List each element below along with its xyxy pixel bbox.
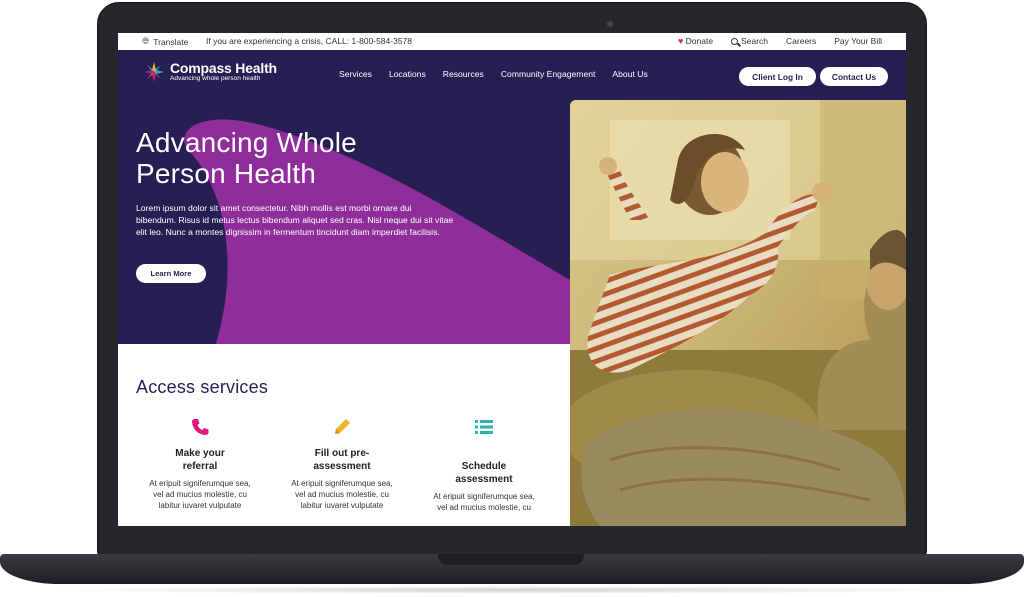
translate-link[interactable]: 🌐︎ Translate <box>142 36 188 47</box>
hero-body-text: Lorem ipsum dolor sit amet consectetur. … <box>136 203 454 237</box>
heart-icon: ♥ <box>677 36 684 46</box>
hero-title-line-2: Person Health <box>136 158 317 189</box>
card-schedule-assessment[interactable]: Schedule assessment At eripuit signiferu… <box>429 416 539 513</box>
card-body: At eripuit signiferumque sea, vel ad muc… <box>149 479 251 510</box>
card-title: Fill out pre- assessment <box>287 447 397 473</box>
access-services-title: Access services <box>136 377 269 397</box>
compass-star-icon <box>144 62 164 82</box>
hero-photo <box>570 100 906 526</box>
donate-label: Donate <box>685 36 714 46</box>
card-title: Make your referral <box>145 447 255 473</box>
client-login-button[interactable]: Client Log In <box>739 67 816 86</box>
search-label: Search <box>741 36 769 46</box>
translate-icon: 🌐︎ <box>142 36 150 46</box>
card-title-line-1: Schedule <box>461 461 507 472</box>
card-make-referral[interactable]: Make your referral At eripuit signiferum… <box>145 416 255 511</box>
nav-item-about-us[interactable]: About Us <box>612 69 647 79</box>
card-title-line-1: Fill out pre- <box>314 448 370 459</box>
utility-bar: 🌐︎ Translate If you are experiencing a c… <box>118 33 906 50</box>
card-title-line-1: Make your <box>175 448 225 459</box>
utility-links: ♥ Donate Search Careers Pay Your Bill <box>678 36 882 46</box>
careers-link[interactable]: Careers <box>786 36 816 46</box>
card-body: At eripuit signiferumque sea, vel ad muc… <box>291 479 393 510</box>
laptop-notch <box>438 554 584 565</box>
phone-icon <box>192 419 209 435</box>
brand-tagline: Advancing whole person health <box>170 75 261 82</box>
access-services-section: Access services Make your referral At er… <box>118 344 570 526</box>
card-pre-assessment[interactable]: Fill out pre- assessment At eripuit sign… <box>287 416 397 511</box>
learn-more-button[interactable]: Learn More <box>136 264 206 283</box>
card-title-line-2: referral <box>182 461 218 472</box>
list-icon <box>475 420 493 434</box>
search-icon <box>731 38 739 45</box>
nav-item-community-engagement[interactable]: Community Engagement <box>501 69 596 79</box>
hero-title: Advancing Whole Person Health <box>136 127 357 189</box>
mother-child-photo <box>570 100 906 526</box>
brand-name: Compass Health <box>170 60 277 76</box>
main-nav: Compass Health Advancing whole person he… <box>118 50 906 100</box>
logo-text: Compass Health Advancing whole person he… <box>170 61 277 83</box>
translate-label: Translate <box>153 36 189 47</box>
screen: 🌐︎ Translate If you are experiencing a c… <box>118 33 906 526</box>
search-link[interactable]: Search <box>731 36 768 46</box>
nav-menu: Services Locations Resources Community E… <box>339 69 648 79</box>
nav-item-resources[interactable]: Resources <box>443 69 484 79</box>
nav-item-services[interactable]: Services <box>339 69 372 79</box>
card-title-line-2: assessment <box>455 474 513 485</box>
card-title: Schedule assessment <box>429 460 539 486</box>
pencil-icon <box>335 419 350 434</box>
webcam <box>607 21 613 27</box>
hero-title-line-1: Advancing Whole <box>136 127 357 158</box>
nav-item-locations[interactable]: Locations <box>389 69 426 79</box>
laptop-shadow <box>40 586 984 594</box>
contact-us-button[interactable]: Contact Us <box>820 67 888 86</box>
pay-bill-link[interactable]: Pay Your Bill <box>834 36 882 46</box>
compass-health-logo[interactable]: Compass Health Advancing whole person he… <box>144 61 277 83</box>
card-title-line-2: assessment <box>313 461 371 472</box>
donate-link[interactable]: ♥ Donate <box>678 36 713 46</box>
crisis-line[interactable]: If you are experiencing a crisis, CALL: … <box>206 36 412 46</box>
card-body: At eripuit signiferumque sea, vel ad muc… <box>433 492 535 512</box>
